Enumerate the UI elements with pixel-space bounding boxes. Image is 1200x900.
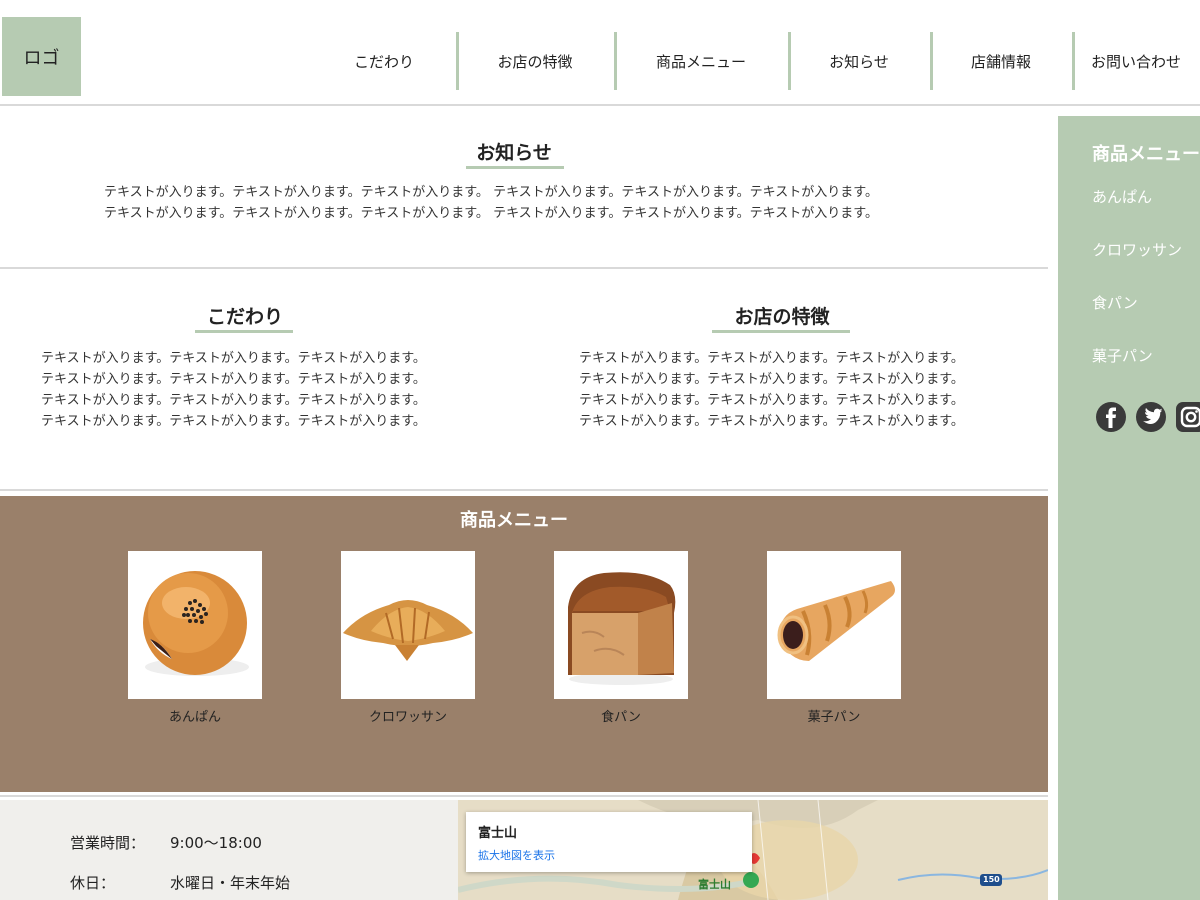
- hours-label: 営業時間：: [70, 834, 146, 852]
- holiday-label: 休日：: [70, 874, 116, 892]
- holiday-value: 水曜日・年末年始: [170, 874, 291, 892]
- product-name-anpan[interactable]: あんぱん: [128, 706, 262, 725]
- features-text: テキストが入ります。テキストが入ります。テキストが入ります。 テキストが入ります…: [579, 351, 964, 429]
- product-name-kashipan[interactable]: 菓子パン: [767, 706, 901, 725]
- facebook-icon[interactable]: [1096, 402, 1126, 432]
- hours-value: 9:00〜18:00: [170, 834, 262, 852]
- product-card-anpan[interactable]: あんぱん: [128, 551, 262, 725]
- news-title-underline: [466, 166, 564, 169]
- commitment-text: テキストが入ります。テキストが入ります。テキストが入ります。 テキストが入ります…: [41, 351, 426, 429]
- sidebar-title: 商品メニュー: [1092, 144, 1200, 165]
- product-card-kashipan[interactable]: 菓子パン: [767, 551, 901, 725]
- product-image-anpan[interactable]: [128, 551, 262, 699]
- product-card-croissant[interactable]: クロワッサン: [341, 551, 475, 725]
- nav-item-commitment[interactable]: こだわり: [312, 32, 456, 90]
- map-pin-label[interactable]: 富士山: [698, 876, 731, 892]
- instagram-icon[interactable]: [1176, 402, 1200, 432]
- nav-item-news[interactable]: お知らせ: [788, 32, 930, 90]
- map-enlarge-link[interactable]: 拡大地図を表示: [478, 847, 555, 863]
- product-card-shokupan[interactable]: 食パン: [554, 551, 688, 725]
- map-embed[interactable]: 富士山 150 富士山 拡大地図を表示: [458, 800, 1048, 900]
- nav-item-store-info[interactable]: 店舗情報: [930, 32, 1072, 90]
- product-image-shokupan[interactable]: [554, 551, 688, 699]
- features-title-underline: [712, 330, 850, 333]
- product-menu-section: 商品メニュー あんぱん クロワッサン 食パン 菓子パン: [0, 496, 1048, 792]
- global-nav: こだわり お店の特徴 商品メニュー お知らせ 店舗情報 お問い合わせ: [312, 32, 1200, 90]
- product-name-croissant[interactable]: クロワッサン: [341, 706, 475, 725]
- section-divider: [0, 489, 1048, 491]
- sidebar-item-croissant[interactable]: クロワッサン: [1092, 239, 1182, 260]
- nav-item-contact[interactable]: お問い合わせ: [1072, 32, 1200, 90]
- section-divider: [0, 267, 1048, 269]
- nav-item-menu[interactable]: 商品メニュー: [614, 32, 788, 90]
- site-header: ロゴ こだわり お店の特徴 商品メニュー お知らせ 店舗情報 お問い合わせ: [0, 0, 1200, 106]
- store-info-section: 営業時間： 9:00〜18:00 休日： 水曜日・年末年始 富士山 150 富士…: [0, 800, 1048, 900]
- product-image-croissant[interactable]: [341, 551, 475, 699]
- map-info-card: 富士山 拡大地図を表示: [466, 812, 752, 872]
- twitter-icon[interactable]: [1136, 402, 1166, 432]
- commitment-title: こだわり: [206, 306, 283, 328]
- news-title: お知らせ: [476, 142, 552, 164]
- features-title: お店の特徴: [734, 306, 830, 328]
- product-name-shokupan[interactable]: 食パン: [554, 706, 688, 725]
- news-text: テキストが入ります。テキストが入ります。テキストが入ります。 テキストが入ります…: [104, 185, 878, 221]
- sidebar-item-kashipan[interactable]: 菓子パン: [1092, 345, 1153, 366]
- map-road-number: 150: [983, 875, 1000, 884]
- commitment-title-underline: [195, 330, 293, 333]
- logo[interactable]: ロゴ: [2, 17, 81, 96]
- section-divider: [0, 795, 1048, 797]
- sidebar-item-shokupan[interactable]: 食パン: [1092, 292, 1138, 313]
- sidebar: 商品メニュー あんぱん クロワッサン 食パン 菓子パン: [1058, 116, 1200, 900]
- product-menu-title: 商品メニュー: [460, 510, 568, 531]
- map-place-name: 富士山: [478, 826, 518, 841]
- product-image-kashipan[interactable]: [767, 551, 901, 699]
- nav-item-features[interactable]: お店の特徴: [456, 32, 614, 90]
- sidebar-item-anpan[interactable]: あんぱん: [1092, 186, 1152, 207]
